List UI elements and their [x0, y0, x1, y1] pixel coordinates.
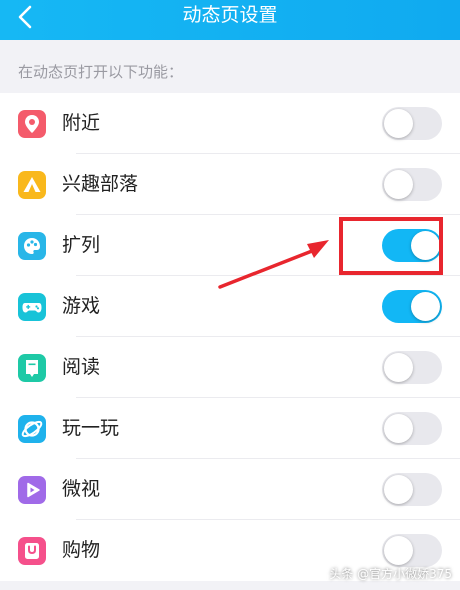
annotation-arrow-icon: [218, 240, 329, 289]
watermark: 头条 @官方小微娇375: [329, 567, 452, 581]
